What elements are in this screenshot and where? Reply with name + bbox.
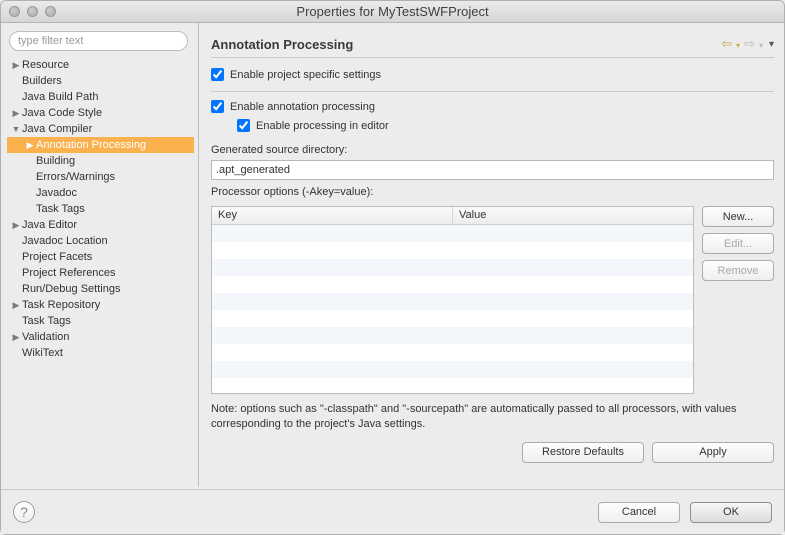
tree-item-label: Run/Debug Settings [22, 283, 120, 295]
options-table[interactable]: Key Value [211, 206, 694, 394]
chevron-down-icon[interactable]: ▼ [11, 124, 21, 134]
tree-item[interactable]: Project References [7, 265, 194, 281]
chevron-right-icon[interactable]: ▶ [11, 332, 21, 343]
tree-item[interactable]: ▶Task Repository [7, 297, 194, 313]
forward-icon: ⇨ [744, 36, 755, 52]
tree-item[interactable]: Task Tags [7, 313, 194, 329]
tree-item[interactable]: ▶Java Editor [7, 217, 194, 233]
tree-item-label: Project References [22, 267, 116, 279]
options-tbody [212, 225, 693, 393]
tree-item-label: Validation [22, 331, 70, 343]
tree-item-label: Project Facets [22, 251, 92, 263]
chevron-right-icon[interactable]: ▶ [25, 140, 35, 151]
close-icon[interactable] [9, 6, 20, 17]
tree-item-label: WikiText [22, 347, 63, 359]
tree-item-label: Javadoc [36, 187, 77, 199]
enable-project-label: Enable project specific settings [230, 69, 381, 81]
tree-item-label: Java Build Path [22, 91, 98, 103]
tree-item-label: Java Compiler [22, 123, 92, 135]
tree-item[interactable]: Run/Debug Settings [7, 281, 194, 297]
sidebar: ▶ResourceBuildersJava Build Path▶Java Co… [1, 23, 199, 487]
edit-button: Edit... [702, 233, 774, 254]
tree-item[interactable]: Javadoc Location [7, 233, 194, 249]
tree-item-label: Errors/Warnings [36, 171, 115, 183]
tree-item-label: Resource [22, 59, 69, 71]
filter-input[interactable] [18, 35, 179, 47]
filter-field[interactable] [9, 31, 188, 51]
enable-editor-label: Enable processing in editor [256, 120, 389, 132]
tree-item-label: Task Tags [22, 315, 71, 327]
col-value[interactable]: Value [453, 207, 693, 224]
chevron-right-icon[interactable]: ▶ [11, 220, 21, 231]
view-menu-icon[interactable]: ▾ [767, 39, 774, 50]
tree-item[interactable]: Task Tags [7, 201, 194, 217]
tree-item[interactable]: ▶Java Code Style [7, 105, 194, 121]
tree-item[interactable]: Errors/Warnings [7, 169, 194, 185]
window-title: Properties for MyTestSWFProject [1, 4, 784, 19]
back-menu-icon[interactable]: ▾ [736, 38, 740, 50]
chevron-right-icon[interactable]: ▶ [11, 108, 21, 119]
tree-item-label: Java Editor [22, 219, 77, 231]
back-icon[interactable]: ⇦ [721, 36, 732, 52]
ok-button[interactable]: OK [690, 502, 772, 523]
tree-item[interactable]: WikiText [7, 345, 194, 361]
procopt-label: Processor options (-Akey=value): [211, 186, 774, 198]
remove-button: Remove [702, 260, 774, 281]
tree-item[interactable]: ▼Java Compiler [7, 121, 194, 137]
tree-item-label: Task Repository [22, 299, 100, 311]
minimize-icon[interactable] [27, 6, 38, 17]
chevron-right-icon[interactable]: ▶ [11, 60, 21, 71]
tree-item-label: Javadoc Location [22, 235, 108, 247]
tree-item-label: Annotation Processing [36, 139, 146, 151]
enable-editor-checkbox[interactable] [237, 119, 250, 132]
tree-item-label: Java Code Style [22, 107, 102, 119]
tree-item[interactable]: Builders [7, 73, 194, 89]
zoom-icon[interactable] [45, 6, 56, 17]
forward-menu-icon: ▾ [759, 38, 763, 50]
restore-defaults-button[interactable]: Restore Defaults [522, 442, 644, 463]
cancel-button[interactable]: Cancel [598, 502, 680, 523]
tree-item[interactable]: ▶Annotation Processing [7, 137, 194, 153]
gensrc-input[interactable] [211, 160, 774, 180]
tree-item[interactable]: Project Facets [7, 249, 194, 265]
new-button[interactable]: New... [702, 206, 774, 227]
chevron-right-icon[interactable]: ▶ [11, 300, 21, 311]
col-key[interactable]: Key [212, 207, 453, 224]
nav-tree[interactable]: ▶ResourceBuildersJava Build Path▶Java Co… [7, 57, 194, 481]
gensrc-label: Generated source directory: [211, 144, 774, 156]
note-text: Note: options such as "-classpath" and "… [211, 402, 774, 432]
tree-item[interactable]: Building [7, 153, 194, 169]
enable-project-checkbox[interactable] [211, 68, 224, 81]
page-title: Annotation Processing [211, 37, 721, 52]
tree-item[interactable]: ▶Resource [7, 57, 194, 73]
tree-item-label: Building [36, 155, 75, 167]
tree-item-label: Builders [22, 75, 62, 87]
enable-ap-checkbox[interactable] [211, 100, 224, 113]
apply-button[interactable]: Apply [652, 442, 774, 463]
tree-item[interactable]: Java Build Path [7, 89, 194, 105]
enable-ap-label: Enable annotation processing [230, 101, 375, 113]
titlebar: Properties for MyTestSWFProject [1, 1, 784, 23]
tree-item[interactable]: ▶Validation [7, 329, 194, 345]
tree-item-label: Task Tags [36, 203, 85, 215]
tree-item[interactable]: Javadoc [7, 185, 194, 201]
help-icon[interactable]: ? [13, 501, 35, 523]
